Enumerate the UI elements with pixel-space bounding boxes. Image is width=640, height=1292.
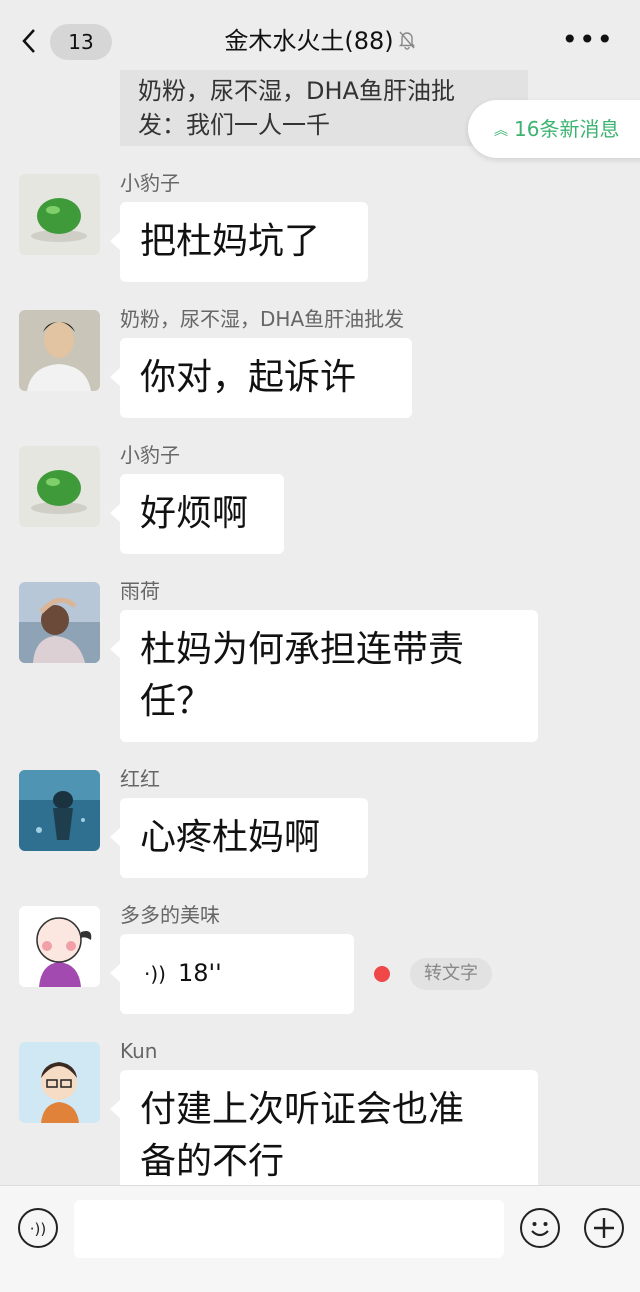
message-text: 把杜妈坑了 <box>140 221 321 262</box>
more-actions-button[interactable] <box>584 1208 624 1248</box>
voice-wave-icon: ·)) <box>29 1220 47 1238</box>
message-bubble[interactable]: 把杜妈坑了 <box>110 202 368 282</box>
message-bubble[interactable]: 你对，起诉许 <box>110 338 412 418</box>
message-text: 心疼杜妈啊 <box>140 817 321 858</box>
unread-voice-dot <box>374 966 390 982</box>
message-input[interactable] <box>74 1200 504 1258</box>
chat-title-text: 金木水火土(88) <box>224 27 394 55</box>
message-text-line: 杜妈为何承担连带责 <box>140 629 465 670</box>
cartoon-girl-avatar[interactable] <box>19 906 100 987</box>
message-text: 好烦啊 <box>140 493 249 534</box>
message-bubble[interactable]: 好烦啊 <box>110 474 284 554</box>
plus-icon <box>594 1218 614 1238</box>
voice-wave-icon: ·)) <box>144 962 166 986</box>
green-ball-avatar[interactable] <box>19 446 100 527</box>
more-options-button[interactable]: ••• <box>561 26 614 54</box>
green-ball-avatar[interactable] <box>19 174 100 255</box>
message-text-line: 任？ <box>140 681 213 722</box>
chat-header: 13 金木水火土(88) ••• <box>0 0 640 80</box>
new-messages-label: 16条新消息 <box>514 117 620 141</box>
sender-name: 小豹子 <box>120 171 180 195</box>
cartoon-glasses-avatar[interactable] <box>19 1042 100 1123</box>
smiley-icon <box>531 1222 549 1237</box>
sender-name: 雨荷 <box>120 579 160 603</box>
message-text-line: 备的不行 <box>140 1141 285 1182</box>
woman-back-view-avatar[interactable] <box>19 582 100 663</box>
message-bubble[interactable]: 心疼杜妈啊 <box>110 798 368 878</box>
voice-message-bubble[interactable]: ·)) 18'' <box>110 934 354 1014</box>
previous-message-fragment: 奶粉，尿不湿，DHA鱼肝油批 发：我们一人一千 <box>120 70 528 146</box>
message-text-line: 付建上次听证会也准 <box>140 1089 465 1130</box>
fragment-line-1: 奶粉，尿不湿，DHA鱼肝油批 <box>138 77 455 105</box>
emoji-button[interactable] <box>520 1208 560 1248</box>
chat-input-bar: ·)) <box>0 1185 640 1292</box>
message-bubble[interactable]: 付建上次听证会也准 备的不行 <box>110 1070 538 1202</box>
woman-portrait-avatar[interactable] <box>19 310 100 391</box>
sender-name: 多多的美味 <box>120 903 220 927</box>
mute-bell-icon <box>398 25 416 59</box>
sender-name: Kun <box>120 1039 158 1063</box>
voice-input-button[interactable]: ·)) <box>18 1208 58 1248</box>
fragment-line-2: 发：我们一人一千 <box>138 111 330 139</box>
sender-name: 小豹子 <box>120 443 180 467</box>
message-bubble[interactable]: 杜妈为何承担连带责 任？ <box>110 610 538 742</box>
message-text: 你对，起诉许 <box>140 357 357 398</box>
new-messages-pill[interactable]: ︽ 16条新消息 <box>468 100 640 158</box>
sender-name: 红红 <box>120 767 160 791</box>
convert-to-text-button[interactable]: 转文字 <box>410 958 492 990</box>
double-chevron-up-icon: ︽ <box>494 122 508 139</box>
chat-title[interactable]: 金木水火土(88) <box>0 24 640 59</box>
voice-duration: 18'' <box>177 959 222 987</box>
diver-underwater-avatar[interactable] <box>19 770 100 851</box>
sender-name: 奶粉，尿不湿，DHA鱼肝油批发 <box>120 307 405 331</box>
